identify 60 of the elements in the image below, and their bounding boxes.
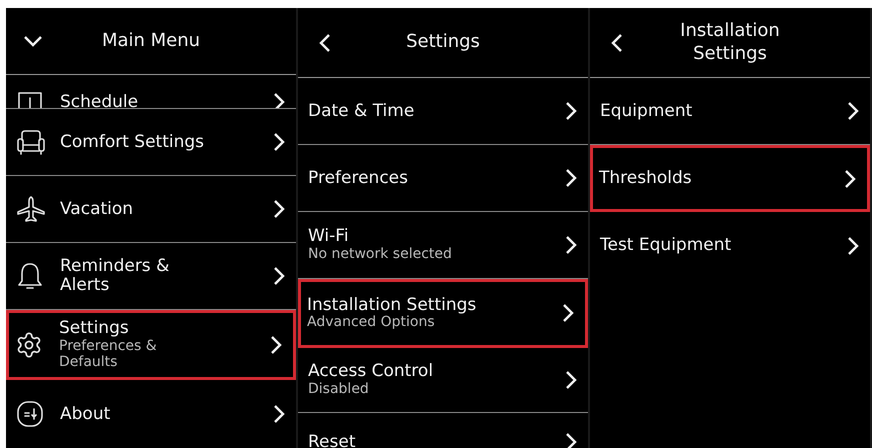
item-label: Schedule: [60, 92, 140, 108]
menu-item[interactable]: Installation Settings Advanced Options: [298, 279, 588, 348]
menu-item[interactable]: Test Equipment: [590, 212, 870, 279]
item-label: Date & Time: [308, 102, 416, 120]
item-label: Equipment: [600, 102, 694, 120]
menu-item[interactable]: Reminders & Alerts: [6, 243, 296, 310]
panel-title: Settings: [405, 31, 481, 54]
menu-item[interactable]: Date & Time: [298, 78, 588, 145]
item-label: Preferences: [308, 168, 409, 188]
chevron-right-icon: [561, 302, 575, 324]
airplane-icon: [16, 195, 46, 223]
chevron-right-icon: [272, 131, 286, 153]
menu-item[interactable]: About: [6, 380, 296, 448]
item-label: Settings: [59, 318, 130, 338]
thermostat-icon: [16, 400, 44, 428]
armchair-icon: [16, 128, 46, 156]
chevron-right-icon: [272, 403, 286, 425]
chevron-right-icon: [564, 167, 578, 189]
chevron-right-icon: [272, 91, 286, 108]
menu-item[interactable]: Wi-Fi No network selected: [298, 212, 588, 279]
item-subtitle: No network selected: [308, 246, 453, 263]
panel-title: Installation Settings: [679, 20, 781, 65]
item-subtitle: Disabled: [308, 380, 370, 398]
menu-item[interactable]: Settings Preferences & Defaults: [6, 310, 296, 380]
chevron-right-icon: [564, 234, 578, 256]
item-label: Installation Settings: [307, 296, 478, 314]
item-label: Thresholds: [599, 169, 693, 188]
chevron-right-icon: [272, 265, 286, 287]
item-subtitle: Preferences & Defaults: [59, 338, 158, 372]
chevron-right-icon: [269, 334, 283, 356]
chevron-left-icon: [610, 32, 624, 54]
chevron-right-icon: [564, 100, 578, 122]
menu-item[interactable]: Thresholds: [590, 145, 870, 212]
item-subtitle: Advanced Options: [307, 314, 436, 332]
item-label: About: [60, 404, 112, 424]
gear-icon: [15, 331, 43, 359]
item-label: Access Control: [308, 362, 434, 381]
item-label: Reminders & Alerts: [60, 257, 170, 295]
menu-item[interactable]: Access Control Disabled: [298, 348, 588, 413]
chevron-right-icon: [272, 198, 286, 220]
item-label: Wi-Fi: [308, 227, 350, 246]
menu-item[interactable]: Reset: [298, 413, 588, 448]
chevron-right-icon: [846, 100, 860, 122]
menu-item[interactable]: Preferences: [298, 145, 588, 212]
menu-item[interactable]: Vacation: [6, 176, 296, 243]
menu-item[interactable]: Equipment: [590, 78, 870, 145]
chevron-right-icon: [564, 431, 578, 448]
menu-item[interactable]: Schedule: [6, 75, 296, 109]
bell-icon: [16, 261, 44, 291]
item-label: Comfort Settings: [60, 132, 206, 152]
menu-item[interactable]: Comfort Settings: [6, 109, 296, 176]
chevron-right-icon: [564, 368, 578, 391]
chevron-right-icon: [843, 168, 857, 190]
chevron-left-icon: [318, 32, 332, 54]
chevron-right-icon: [846, 234, 860, 256]
item-label: Vacation: [60, 200, 134, 218]
panel-title: Main Menu: [100, 30, 202, 52]
item-label: Reset: [308, 432, 356, 448]
chevron-down-icon: [22, 34, 44, 48]
item-label: Test Equipment: [600, 236, 732, 255]
